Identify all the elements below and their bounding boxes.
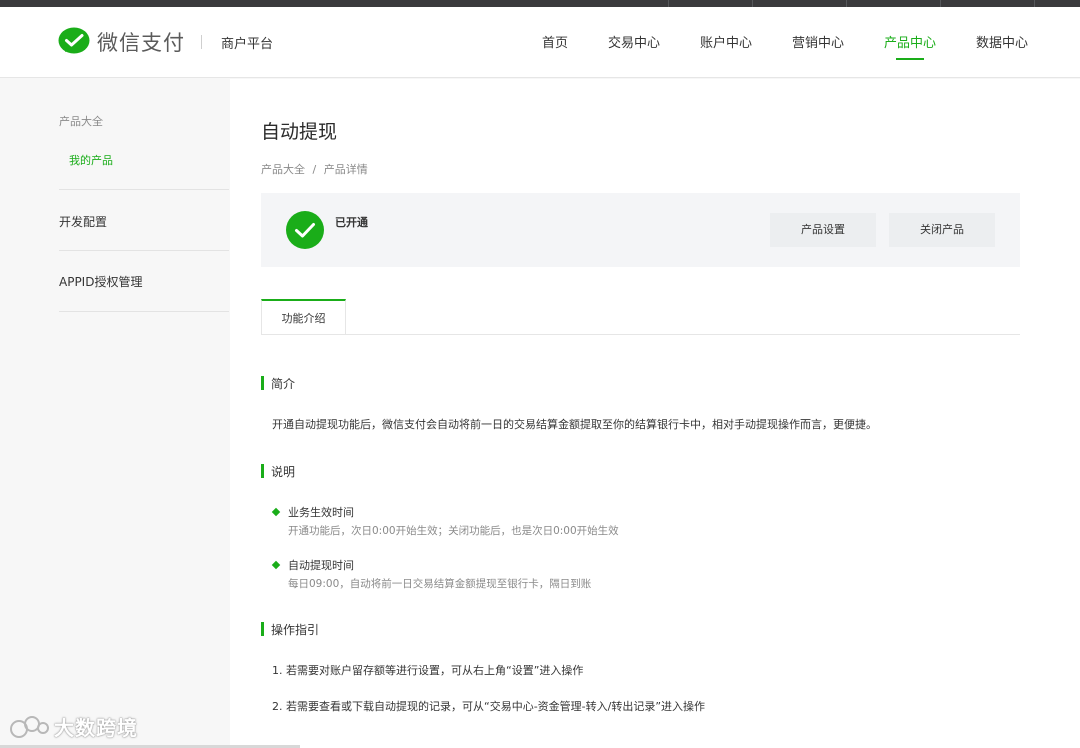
breadcrumb-product-detail: 产品详情: [323, 163, 368, 176]
page-title: 自动提现: [261, 121, 338, 143]
sidebar-group-title[interactable]: 产品大全: [59, 113, 103, 129]
window-top-strip: [0, 0, 1080, 7]
breadcrumb-all-products[interactable]: 产品大全: [261, 163, 305, 176]
sidebar-item-dev-config[interactable]: 开发配置: [59, 213, 107, 230]
diamond-bullet-icon: [271, 560, 281, 570]
desc-item-text: 开通功能后，次日0:00开始生效；关闭功能后，也是次日0:00开始生效: [288, 525, 619, 537]
main-content: 自动提现 产品大全 / 产品详情 已开通 产品设置 关闭产品 功能介绍 简介 开…: [230, 79, 1080, 748]
breadcrumb-separator: /: [312, 163, 317, 176]
header-divider: [201, 35, 202, 49]
tab-feature-intro[interactable]: 功能介绍: [261, 299, 346, 335]
nav-marketing-center[interactable]: 营销中心: [792, 32, 844, 51]
nav-active-indicator: [896, 58, 924, 60]
wechat-pay-logo-icon: [58, 27, 90, 54]
brand-name: 微信支付: [97, 31, 185, 55]
desc-item-title: 业务生效时间: [288, 506, 354, 519]
sidebar-divider: [59, 189, 229, 190]
section-heading-text: 简介: [271, 377, 296, 391]
watermark-logo-icon: [10, 715, 49, 738]
sidebar-item-appid-auth[interactable]: APPID授权管理: [59, 273, 142, 290]
diamond-bullet-icon: [271, 507, 281, 517]
section-heading-text: 说明: [271, 465, 296, 479]
nav-home[interactable]: 首页: [542, 32, 568, 51]
intro-text: 开通自动提现功能后，微信支付会自动将前一日的交易结算金额提取至你的结算银行卡中，…: [272, 418, 877, 431]
guide-item: 1. 若需要对账户留存额等进行设置，可从右上角“设置”进入操作: [272, 664, 584, 677]
guide-item: 2. 若需要查看或下载自动提现的记录，可从“交易中心-资金管理-转入/转出记录”…: [272, 700, 706, 713]
sidebar-divider: [59, 311, 229, 312]
section-marker: [261, 376, 264, 390]
nav-account-center[interactable]: 账户中心: [700, 32, 752, 51]
tab-bar-line: [261, 334, 1020, 335]
desc-item-text: 每日09:00，自动将前一日交易结算金额提现至银行卡，隔日到账: [288, 578, 592, 590]
product-status-panel: 已开通 产品设置 关闭产品: [261, 193, 1020, 267]
sidebar: 产品大全 我的产品 开发配置 APPID授权管理: [0, 79, 230, 748]
desc-item-title: 自动提现时间: [288, 559, 354, 572]
section-heading-text: 操作指引: [271, 623, 320, 637]
sidebar-item-my-products[interactable]: 我的产品: [69, 152, 113, 168]
nav-product-center[interactable]: 产品中心: [884, 32, 936, 51]
close-product-button[interactable]: 关闭产品: [889, 213, 995, 247]
section-heading-guide: 操作指引: [261, 621, 319, 638]
breadcrumb: 产品大全 / 产品详情: [261, 161, 368, 177]
product-settings-button[interactable]: 产品设置: [770, 213, 876, 247]
check-icon: [286, 211, 324, 249]
watermark-text: 大数跨境: [54, 716, 138, 740]
section-marker: [261, 464, 264, 478]
nav-transaction-center[interactable]: 交易中心: [608, 32, 660, 51]
section-heading-description: 说明: [261, 463, 295, 480]
sidebar-divider: [59, 250, 229, 251]
wechat-pay-logo[interactable]: 微信支付: [58, 27, 185, 57]
watermark: 大数跨境: [8, 712, 138, 741]
platform-name: 商户平台: [221, 37, 274, 52]
top-header: 微信支付 商户平台 首页 交易中心 账户中心 营销中心 产品中心 数据中心: [0, 7, 1080, 78]
nav-data-center[interactable]: 数据中心: [976, 32, 1028, 51]
section-marker: [261, 622, 264, 636]
status-label: 已开通: [335, 216, 368, 229]
section-heading-intro: 简介: [261, 375, 295, 392]
